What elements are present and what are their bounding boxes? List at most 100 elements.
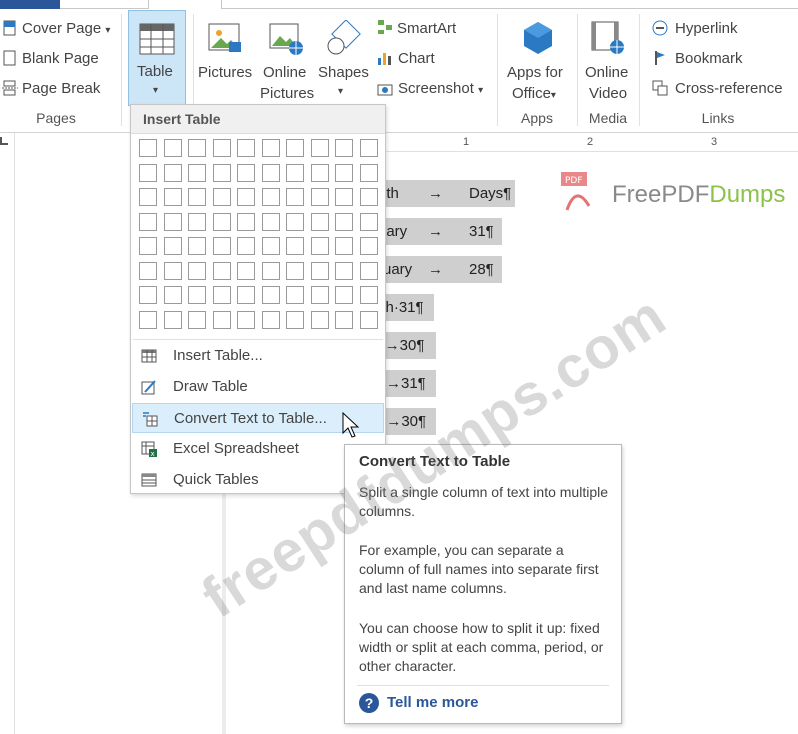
file-tab[interactable] xyxy=(0,0,60,9)
table-grid-cell[interactable] xyxy=(139,188,157,206)
table-grid-cell[interactable] xyxy=(163,286,182,304)
table-grid-cell[interactable] xyxy=(163,212,182,231)
table-grid-cell[interactable] xyxy=(359,286,378,304)
table-grid-cell[interactable] xyxy=(212,212,231,231)
draw-table-item[interactable]: Draw Table xyxy=(132,372,384,402)
online-pictures-button[interactable]: Online xyxy=(263,64,306,81)
page-break-button[interactable]: Page Break xyxy=(22,80,100,97)
table-grid-cell[interactable] xyxy=(261,310,280,329)
table-grid-cell[interactable] xyxy=(237,188,255,206)
table-grid-cell[interactable] xyxy=(163,261,182,280)
tell-me-more-link[interactable]: Tell me more xyxy=(387,694,478,711)
table-grid-cell[interactable] xyxy=(237,212,255,231)
table-grid-cell[interactable] xyxy=(286,237,304,255)
table-grid-cell[interactable] xyxy=(139,212,157,231)
table-grid-cell[interactable] xyxy=(286,286,304,304)
table-grid-cell[interactable] xyxy=(310,237,329,255)
table-grid-cell[interactable] xyxy=(139,310,157,329)
table-grid-cell[interactable] xyxy=(188,188,206,206)
table-grid-cell[interactable] xyxy=(139,139,157,157)
table-grid-cell[interactable] xyxy=(261,212,280,231)
table-grid-cell[interactable] xyxy=(163,163,182,182)
table-grid-cell[interactable] xyxy=(212,163,231,182)
table-grid-cell[interactable] xyxy=(335,237,353,255)
table-grid-cell[interactable] xyxy=(212,139,231,157)
table-grid-cell[interactable] xyxy=(286,212,304,231)
table-grid-cell[interactable] xyxy=(212,188,231,206)
table-grid-cell[interactable] xyxy=(163,139,182,157)
table-grid-cell[interactable] xyxy=(261,286,280,304)
table-grid-cell[interactable] xyxy=(261,188,280,206)
help-icon[interactable]: ? xyxy=(359,693,379,713)
table-grid-cell[interactable] xyxy=(212,237,231,255)
table-grid-cell[interactable] xyxy=(212,261,231,280)
table-grid-cell[interactable] xyxy=(261,237,280,255)
table-grid-cell[interactable] xyxy=(310,139,329,157)
table-grid-cell[interactable] xyxy=(237,261,255,280)
table-grid-cell[interactable] xyxy=(286,261,304,280)
table-grid-cell[interactable] xyxy=(212,286,231,304)
table-grid-cell[interactable] xyxy=(359,188,378,206)
bookmark-button[interactable]: Bookmark xyxy=(675,50,743,67)
table-grid-cell[interactable] xyxy=(163,310,182,329)
table-grid-cell[interactable] xyxy=(359,163,378,182)
table-grid-cell[interactable] xyxy=(310,261,329,280)
table-grid-cell[interactable] xyxy=(139,237,157,255)
table-grid-cell[interactable] xyxy=(188,163,206,182)
tab-insert[interactable] xyxy=(148,0,222,9)
hyperlink-button[interactable]: Hyperlink xyxy=(675,20,738,37)
online-video-button[interactable]: Online xyxy=(585,64,628,81)
table-grid-cell[interactable] xyxy=(163,237,182,255)
table-grid-cell[interactable] xyxy=(237,237,255,255)
table-grid-cell[interactable] xyxy=(139,163,157,182)
table-grid-cell[interactable] xyxy=(335,261,353,280)
table-grid-cell[interactable] xyxy=(310,286,329,304)
table-grid-cell[interactable] xyxy=(261,261,280,280)
shapes-button[interactable]: Shapes xyxy=(318,64,369,81)
table-grid-cell[interactable] xyxy=(286,310,304,329)
cross-reference-button[interactable]: Cross-reference xyxy=(675,80,783,97)
insert-table-item[interactable]: Insert Table... xyxy=(132,341,384,371)
table-grid-cell[interactable] xyxy=(310,310,329,329)
table-grid-cell[interactable] xyxy=(188,139,206,157)
table-grid-cell[interactable] xyxy=(359,310,378,329)
chart-button[interactable]: Chart xyxy=(398,50,435,67)
cover-page-button[interactable]: Cover Page ▾ xyxy=(22,20,110,37)
table-grid-cell[interactable] xyxy=(261,139,280,157)
table-grid-cell[interactable] xyxy=(188,261,206,280)
table-grid-cell[interactable] xyxy=(237,139,255,157)
table-grid-cell[interactable] xyxy=(335,286,353,304)
table-grid-cell[interactable] xyxy=(188,310,206,329)
apps-for-office-button[interactable]: Apps for xyxy=(507,64,563,81)
table-grid-cell[interactable] xyxy=(286,139,304,157)
table-grid-cell[interactable] xyxy=(237,286,255,304)
blank-page-button[interactable]: Blank Page xyxy=(22,50,99,67)
table-grid-cell[interactable] xyxy=(310,188,329,206)
table-grid-cell[interactable] xyxy=(310,212,329,231)
table-grid-cell[interactable] xyxy=(139,286,157,304)
table-button[interactable]: Table ▾ xyxy=(128,10,186,106)
tab-selector-icon[interactable] xyxy=(0,137,8,145)
table-grid-cell[interactable] xyxy=(261,163,280,182)
table-grid-cell[interactable] xyxy=(335,188,353,206)
table-grid-cell[interactable] xyxy=(286,188,304,206)
table-grid-cell[interactable] xyxy=(359,212,378,231)
table-grid-cell[interactable] xyxy=(359,237,378,255)
table-grid-cell[interactable] xyxy=(335,310,353,329)
table-grid-cell[interactable] xyxy=(335,163,353,182)
table-grid-cell[interactable] xyxy=(310,163,329,182)
table-grid-cell[interactable] xyxy=(188,237,206,255)
pictures-button[interactable]: Pictures xyxy=(198,64,252,81)
table-grid-cell[interactable] xyxy=(359,139,378,157)
table-grid-cell[interactable] xyxy=(188,212,206,231)
table-grid-cell[interactable] xyxy=(286,163,304,182)
table-size-grid[interactable] xyxy=(139,139,379,333)
table-grid-cell[interactable] xyxy=(139,261,157,280)
table-grid-cell[interactable] xyxy=(359,261,378,280)
table-grid-cell[interactable] xyxy=(163,188,182,206)
smartart-button[interactable]: SmartArt xyxy=(397,20,456,37)
table-grid-cell[interactable] xyxy=(212,310,231,329)
table-grid-cell[interactable] xyxy=(237,310,255,329)
screenshot-button[interactable]: Screenshot ▾ xyxy=(398,80,483,97)
table-grid-cell[interactable] xyxy=(335,212,353,231)
